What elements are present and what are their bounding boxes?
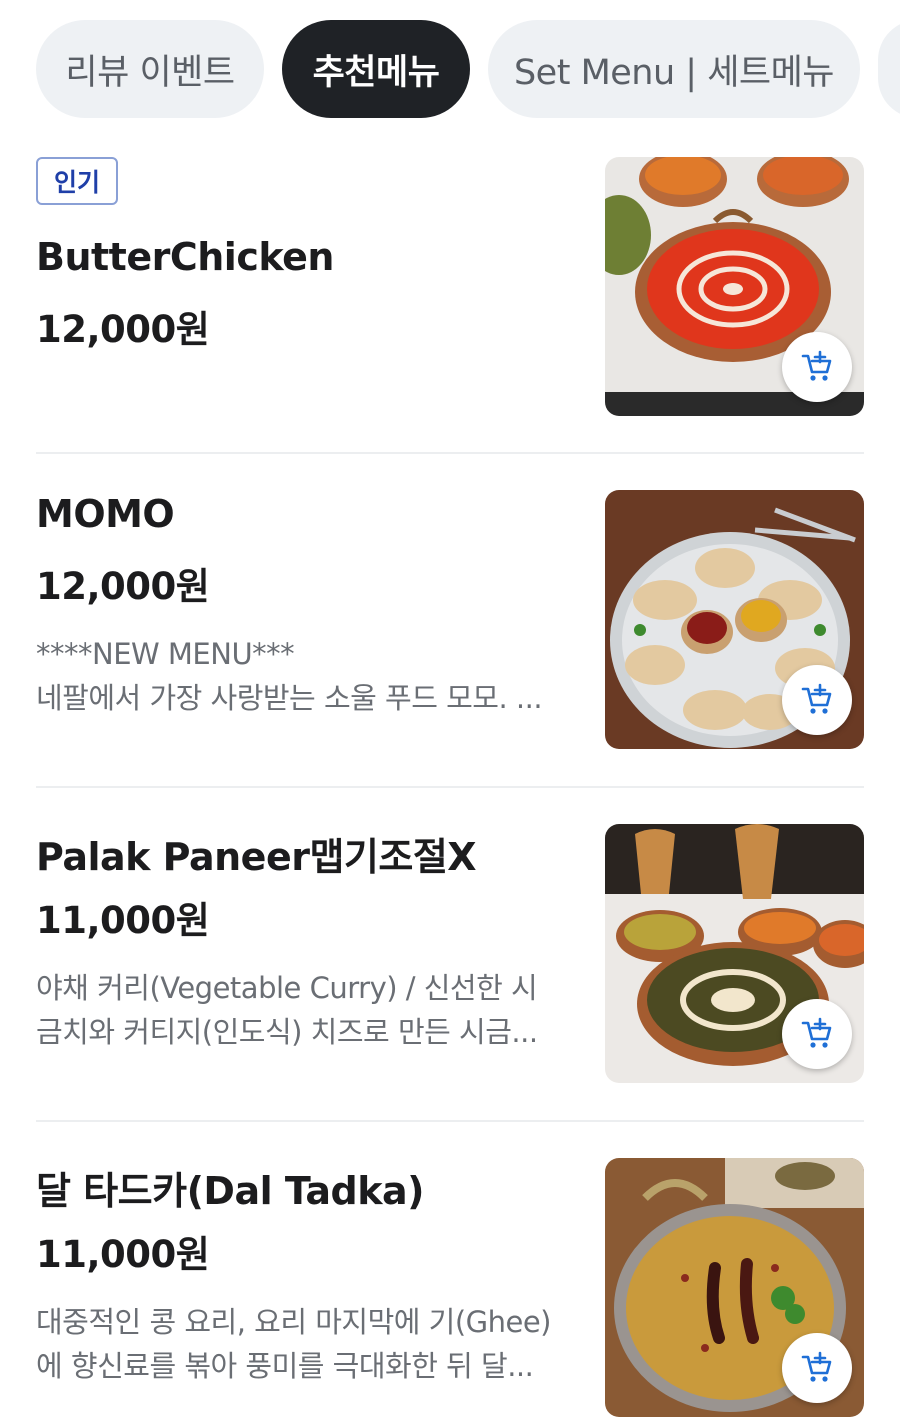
menu-item[interactable]: 달 타드카(Dal Tadka) 11,000원 대중적인 콩 요리, 요리 마… [36, 1158, 864, 1420]
menu-item-price: 12,000원 [36, 565, 210, 608]
menu-item-price: 12,000원 [36, 308, 210, 351]
menu-item-price: 11,000원 [36, 1233, 210, 1276]
menu-item-name: MOMO [36, 492, 175, 536]
menu-item[interactable]: Palak Paneer맵기조절X 11,000원 야채 커리(Vegetabl… [36, 824, 864, 1086]
cart-add-icon [801, 1351, 832, 1382]
menu-item-name: ButterChicken [36, 235, 334, 279]
item-divider [36, 1120, 864, 1122]
popular-badge: 인기 [36, 157, 118, 205]
palak-paneer-photo[interactable] [605, 824, 864, 1083]
tab-next-partial[interactable] [878, 20, 900, 118]
dal-tadka-photo[interactable] [605, 1158, 864, 1417]
add-to-cart-button[interactable] [782, 999, 852, 1069]
menu-item-description: ****NEW MENU*** 네팔에서 가장 사랑받는 소울 푸드 모모. .… [36, 637, 543, 715]
item-divider [36, 452, 864, 454]
item-divider [36, 786, 864, 788]
cart-add-icon [801, 350, 832, 381]
tab-set-menu[interactable]: Set Menu | 세트메뉴 [488, 20, 860, 118]
menu-item-price: 11,000원 [36, 899, 210, 942]
menu-item[interactable]: 인기 ButterChicken 12,000원 [36, 157, 864, 417]
category-tabs: 리뷰 이벤트 추천메뉴 Set Menu | 세트메뉴 [36, 20, 900, 118]
menu-item[interactable]: MOMO 12,000원 ****NEW MENU*** 네팔에서 가장 사랑받… [36, 490, 864, 752]
momo-photo[interactable] [605, 490, 864, 749]
butter-chicken-photo[interactable] [605, 157, 864, 416]
add-to-cart-button[interactable] [782, 332, 852, 402]
menu-item-description: 대중적인 콩 요리, 요리 마지막에 기(Ghee) 에 향신료를 볶아 풍미를… [36, 1305, 552, 1383]
cart-add-icon [801, 1017, 832, 1048]
menu-item-name: 달 타드카(Dal Tadka) [36, 1169, 425, 1213]
menu-item-description: 야채 커리(Vegetable Curry) / 신선한 시 금치와 커티지(인… [36, 971, 538, 1049]
tab-recommended-menu[interactable]: 추천메뉴 [282, 20, 470, 118]
cart-add-icon [801, 683, 832, 714]
menu-item-name: Palak Paneer맵기조절X [36, 835, 477, 879]
tab-review-event[interactable]: 리뷰 이벤트 [36, 20, 264, 118]
add-to-cart-button[interactable] [782, 665, 852, 735]
add-to-cart-button[interactable] [782, 1333, 852, 1403]
